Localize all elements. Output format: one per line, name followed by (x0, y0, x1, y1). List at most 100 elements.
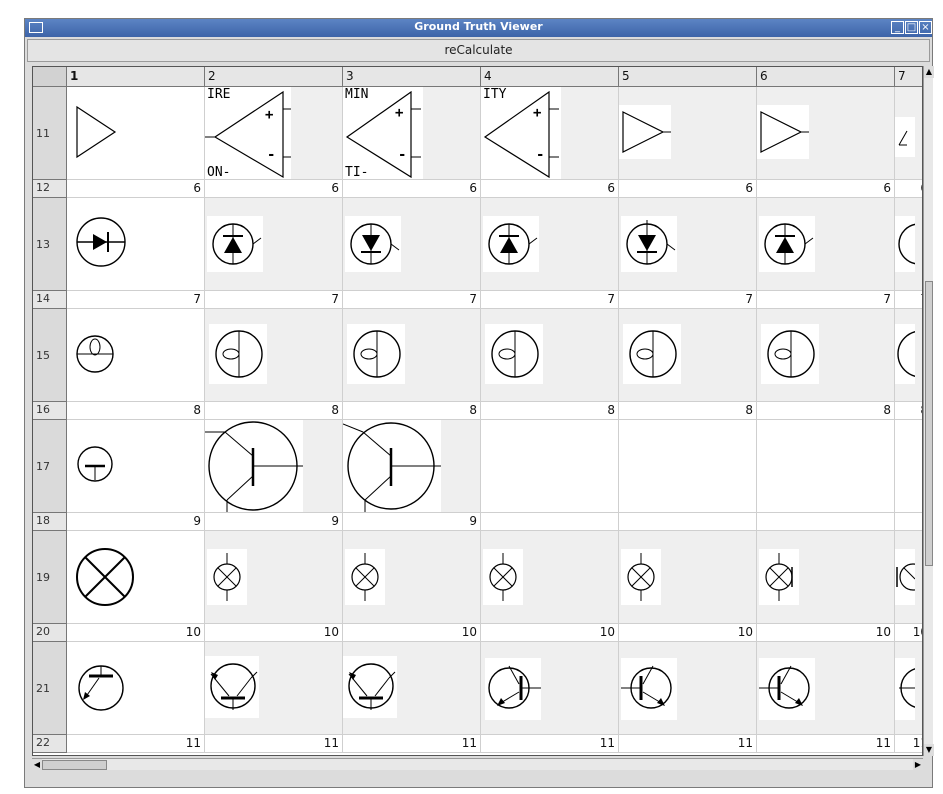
row-header-18[interactable]: 18 (33, 513, 67, 531)
value-cell[interactable]: 10 (343, 624, 481, 642)
value-cell[interactable]: 10 (205, 624, 343, 642)
symbol-cell[interactable] (67, 198, 205, 291)
symbol-cell[interactable] (895, 642, 922, 735)
row-header-11[interactable]: 11 (33, 87, 67, 180)
value-cell[interactable]: 7 (619, 291, 757, 309)
symbol-cell[interactable] (343, 531, 481, 624)
symbol-grid[interactable]: 1 2 3 4 5 6 7 11 12 13 14 15 16 17 18 19… (32, 66, 923, 756)
value-cell[interactable] (619, 513, 757, 531)
symbol-cell[interactable] (67, 309, 205, 402)
value-cell[interactable]: 10 (67, 624, 205, 642)
symbol-cell[interactable] (67, 642, 205, 735)
minimize-icon[interactable]: _ (891, 21, 904, 34)
symbol-cell[interactable] (343, 642, 481, 735)
symbol-cell[interactable] (619, 198, 757, 291)
row-header-16[interactable]: 16 (33, 402, 67, 420)
symbol-cell[interactable] (481, 642, 619, 735)
value-cell[interactable]: 6 (895, 180, 922, 198)
value-cell[interactable] (757, 513, 895, 531)
value-cell[interactable]: 11 (205, 735, 343, 753)
column-header-2[interactable]: 2 (205, 67, 343, 87)
symbol-cell[interactable]: + - MIN TI- (343, 87, 481, 180)
symbol-cell[interactable]: + - IRE ON- (205, 87, 343, 180)
symbol-cell[interactable] (895, 309, 922, 402)
symbol-cell[interactable] (757, 642, 895, 735)
value-cell[interactable]: 10 (481, 624, 619, 642)
row-header-17[interactable]: 17 (33, 420, 67, 513)
symbol-cell[interactable] (343, 198, 481, 291)
value-cell[interactable] (481, 513, 619, 531)
vertical-scroll-thumb[interactable] (925, 281, 933, 566)
column-header-6[interactable]: 6 (757, 67, 895, 87)
value-cell[interactable]: 7 (67, 291, 205, 309)
empty-cell[interactable] (481, 420, 619, 513)
row-header-12[interactable]: 12 (33, 180, 67, 198)
symbol-cell[interactable] (895, 87, 922, 180)
value-cell[interactable]: 9 (205, 513, 343, 531)
scroll-left-icon[interactable]: ◀ (32, 759, 42, 770)
symbol-cell[interactable] (67, 531, 205, 624)
column-header-7[interactable]: 7 (895, 67, 922, 87)
symbol-cell[interactable] (343, 420, 481, 513)
value-cell[interactable]: 8 (895, 402, 922, 420)
row-header-15[interactable]: 15 (33, 309, 67, 402)
column-header-5[interactable]: 5 (619, 67, 757, 87)
value-cell[interactable]: 11 (895, 735, 922, 753)
value-cell[interactable]: 8 (481, 402, 619, 420)
symbol-cell[interactable] (205, 420, 343, 513)
scroll-right-icon[interactable]: ▶ (913, 759, 923, 770)
symbol-cell[interactable] (895, 531, 922, 624)
value-cell[interactable]: 11 (343, 735, 481, 753)
value-cell[interactable]: 9 (343, 513, 481, 531)
value-cell[interactable]: 6 (481, 180, 619, 198)
value-cell[interactable]: 10 (895, 624, 922, 642)
symbol-cell[interactable] (619, 531, 757, 624)
symbol-cell[interactable] (757, 87, 895, 180)
value-cell[interactable]: 7 (757, 291, 895, 309)
value-cell[interactable] (895, 513, 922, 531)
symbol-cell[interactable] (67, 420, 205, 513)
value-cell[interactable]: 11 (619, 735, 757, 753)
value-cell[interactable]: 11 (757, 735, 895, 753)
column-header-4[interactable]: 4 (481, 67, 619, 87)
symbol-cell[interactable] (619, 642, 757, 735)
symbol-cell[interactable] (205, 198, 343, 291)
vertical-scrollbar[interactable]: ▲ ▼ (923, 66, 934, 756)
symbol-cell[interactable] (757, 198, 895, 291)
symbol-cell[interactable] (67, 87, 205, 180)
symbol-cell[interactable] (205, 642, 343, 735)
row-header-22[interactable]: 22 (33, 735, 67, 753)
value-cell[interactable]: 10 (619, 624, 757, 642)
value-cell[interactable]: 9 (67, 513, 205, 531)
symbol-cell[interactable] (205, 531, 343, 624)
value-cell[interactable]: 7 (481, 291, 619, 309)
value-cell[interactable]: 8 (619, 402, 757, 420)
value-cell[interactable]: 6 (757, 180, 895, 198)
value-cell[interactable]: 7 (205, 291, 343, 309)
value-cell[interactable]: 6 (205, 180, 343, 198)
column-header-3[interactable]: 3 (343, 67, 481, 87)
maximize-icon[interactable]: □ (905, 21, 918, 34)
symbol-cell[interactable] (205, 309, 343, 402)
title-bar[interactable]: Ground Truth Viewer _ □ × (25, 19, 932, 37)
symbol-cell[interactable] (619, 87, 757, 180)
empty-cell[interactable] (895, 420, 922, 513)
column-header-1[interactable]: 1 (67, 67, 205, 87)
symbol-cell[interactable] (481, 198, 619, 291)
value-cell[interactable]: 6 (619, 180, 757, 198)
symbol-cell[interactable] (895, 198, 922, 291)
scroll-up-icon[interactable]: ▲ (924, 66, 934, 78)
value-cell[interactable]: 8 (757, 402, 895, 420)
empty-cell[interactable] (619, 420, 757, 513)
recalculate-button[interactable]: reCalculate (27, 39, 930, 62)
row-header-21[interactable]: 21 (33, 642, 67, 735)
close-icon[interactable]: × (919, 21, 932, 34)
value-cell[interactable]: 8 (343, 402, 481, 420)
value-cell[interactable]: 10 (757, 624, 895, 642)
row-header-13[interactable]: 13 (33, 198, 67, 291)
value-cell[interactable]: 6 (343, 180, 481, 198)
symbol-cell[interactable] (619, 309, 757, 402)
symbol-cell[interactable] (481, 309, 619, 402)
symbol-cell[interactable] (757, 531, 895, 624)
value-cell[interactable]: 7 (343, 291, 481, 309)
